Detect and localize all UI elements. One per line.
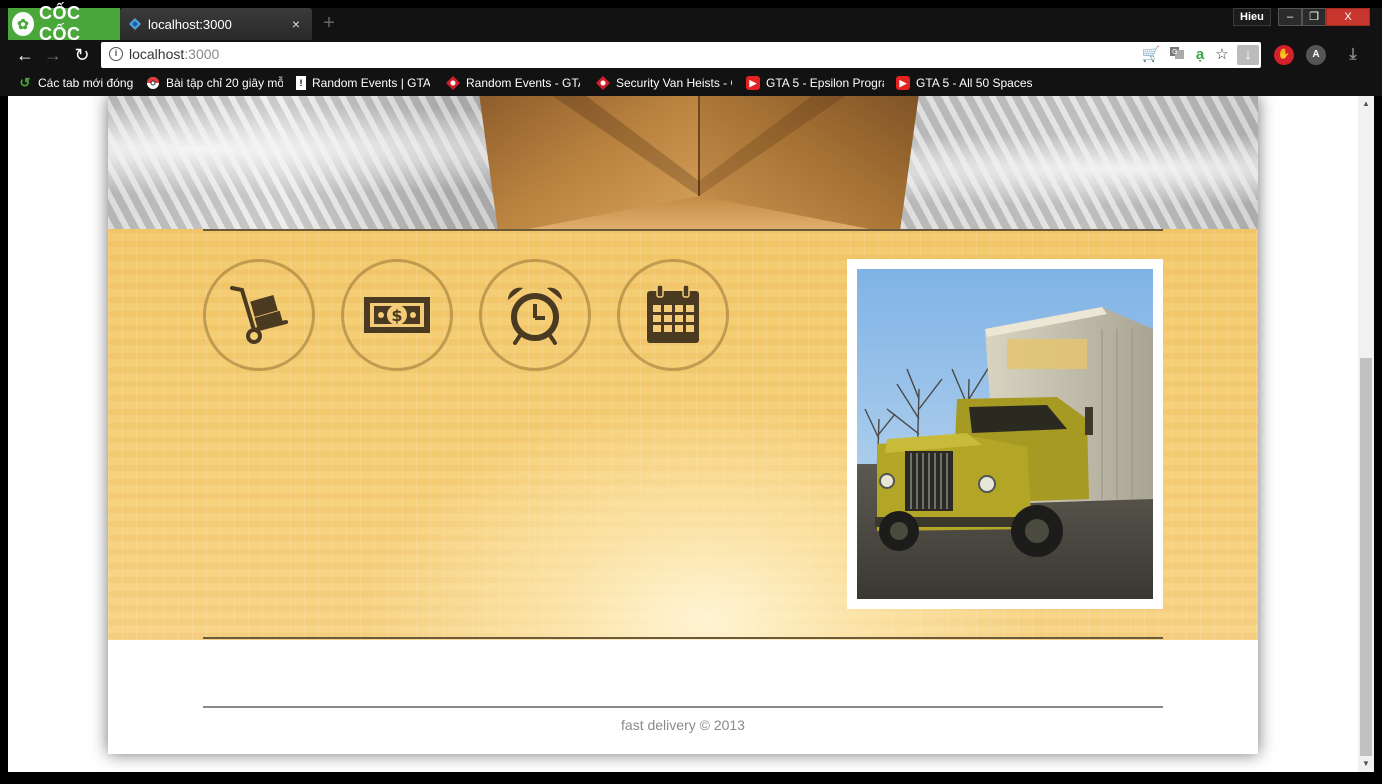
bookmark-item[interactable]: Random Events - GTA xyxy=(446,74,580,92)
url-host: localhost xyxy=(129,46,185,62)
dollar-bill-icon: $ xyxy=(364,297,430,333)
feature-on-time xyxy=(479,259,591,371)
account-extension-icon[interactable]: A xyxy=(1306,45,1326,65)
footer-divider xyxy=(203,706,1163,708)
services-band: $ xyxy=(108,229,1258,640)
svg-text:$: $ xyxy=(391,306,402,325)
open-box-image xyxy=(479,96,919,229)
back-arrow-icon[interactable]: ← xyxy=(14,44,36,66)
download-video-icon[interactable]: ↓ xyxy=(1237,45,1259,65)
coccoc-logo-icon: ✿ xyxy=(12,12,34,36)
feature-hand-truck xyxy=(203,259,315,371)
band-bottom-divider xyxy=(203,637,1163,639)
bookmarks-bar: ↺ Các tab mới đóng Bài tập chỉ 20 giây m… xyxy=(0,70,1382,96)
browser-toolbar: ← → ↻ i localhost:3000 🛒 G ạ ☆ ↓ ✋ A ⤓ xyxy=(0,40,1382,70)
downloads-icon[interactable]: ⤓ xyxy=(1343,45,1363,65)
page-favicon-icon xyxy=(128,17,142,31)
window-bottom-border xyxy=(0,772,1382,784)
bookmark-item[interactable]: ▶ GTA 5 - All 50 Spacesh xyxy=(896,74,1032,92)
bookmark-label: Các tab mới đóng xyxy=(38,76,134,90)
alarm-clock-icon xyxy=(507,287,563,345)
bookmark-item[interactable]: ▶ GTA 5 - Epsilon Progra xyxy=(746,74,884,92)
bookmark-item[interactable]: ! Random Events | GTA xyxy=(296,74,430,92)
translate-icon[interactable]: G xyxy=(1167,45,1187,65)
hero-banner xyxy=(108,96,1258,229)
page-viewport: $ fast delivery © 2013 xyxy=(0,96,1382,772)
new-tab-button[interactable]: + xyxy=(320,13,338,33)
adblock-icon[interactable]: ✋ xyxy=(1274,45,1294,65)
pokeball-icon xyxy=(146,76,160,90)
recent-tabs-icon: ↺ xyxy=(19,75,31,90)
gta-wiki-icon xyxy=(596,76,610,90)
bookmark-item[interactable]: Bài tập chỉ 20 giây mỗ xyxy=(146,74,283,92)
browser-brand-label: CỐC CỐC xyxy=(38,3,81,44)
browser-tab-active[interactable]: localhost:3000 × xyxy=(120,8,312,40)
site-info-icon[interactable]: i xyxy=(109,47,123,61)
bookmark-label: Random Events | GTA xyxy=(312,76,430,90)
browser-titlebar: ✿ CỐC CỐC localhost:3000 × + Hieu – ❐ X xyxy=(0,0,1382,44)
window-close-button[interactable]: X xyxy=(1326,8,1370,26)
band-top-divider xyxy=(203,229,1163,231)
window-minimize-button[interactable]: – xyxy=(1278,8,1302,26)
tab-title: localhost:3000 xyxy=(148,16,232,32)
window-maximize-button[interactable]: ❐ xyxy=(1302,8,1326,26)
bookmark-label: GTA 5 - All 50 Spacesh xyxy=(916,76,1032,90)
window-right-border xyxy=(1374,96,1382,784)
vietnamese-input-icon[interactable]: ạ xyxy=(1190,45,1210,65)
bookmark-star-icon[interactable]: ☆ xyxy=(1212,45,1232,65)
address-bar[interactable]: i localhost:3000 🛒 G ạ ☆ ↓ xyxy=(101,42,1261,68)
window-left-border xyxy=(0,96,8,784)
youtube-icon: ▶ xyxy=(746,76,760,90)
vertical-scrollbar[interactable]: ▲ ▼ xyxy=(1358,96,1374,772)
bookmark-label: GTA 5 - Epsilon Progra xyxy=(766,76,884,90)
feature-payment: $ xyxy=(341,259,453,371)
footer-copyright: fast delivery © 2013 xyxy=(621,717,745,733)
reload-icon[interactable]: ↻ xyxy=(71,44,93,66)
bookmark-label: Security Van Heists - G xyxy=(616,76,732,90)
forward-arrow-icon[interactable]: → xyxy=(42,44,64,66)
truck-photo-frame xyxy=(847,259,1163,609)
scroll-up-arrow-icon[interactable]: ▲ xyxy=(1358,96,1374,112)
site-container: $ fast delivery © 2013 xyxy=(108,96,1258,754)
wiki-icon: ! xyxy=(296,76,306,90)
bookmark-item[interactable]: Security Van Heists - G xyxy=(596,74,732,92)
feature-scheduling xyxy=(617,259,729,371)
shopping-cart-icon[interactable]: 🛒 xyxy=(1141,45,1161,65)
address-bar-url: localhost:3000 xyxy=(129,46,219,62)
bookmark-label: Random Events - GTA xyxy=(466,76,580,90)
profile-button[interactable]: Hieu xyxy=(1233,8,1271,26)
url-port: :3000 xyxy=(184,46,220,62)
tab-close-icon[interactable]: × xyxy=(288,16,304,32)
moving-truck-photo xyxy=(857,269,1153,599)
hand-truck-icon xyxy=(230,286,288,344)
bookmark-label: Bài tập chỉ 20 giây mỗ xyxy=(166,76,283,90)
browser-brand-button[interactable]: ✿ CỐC CỐC xyxy=(8,3,120,44)
scrollbar-thumb[interactable] xyxy=(1360,358,1372,756)
bookmark-recent-tabs[interactable]: ↺ Các tab mới đóng xyxy=(18,74,136,92)
svg-text:G: G xyxy=(1172,48,1177,56)
gta-wiki-icon xyxy=(446,76,460,90)
calendar-icon xyxy=(647,285,699,343)
youtube-icon: ▶ xyxy=(896,76,910,90)
scroll-down-arrow-icon[interactable]: ▼ xyxy=(1358,756,1374,772)
